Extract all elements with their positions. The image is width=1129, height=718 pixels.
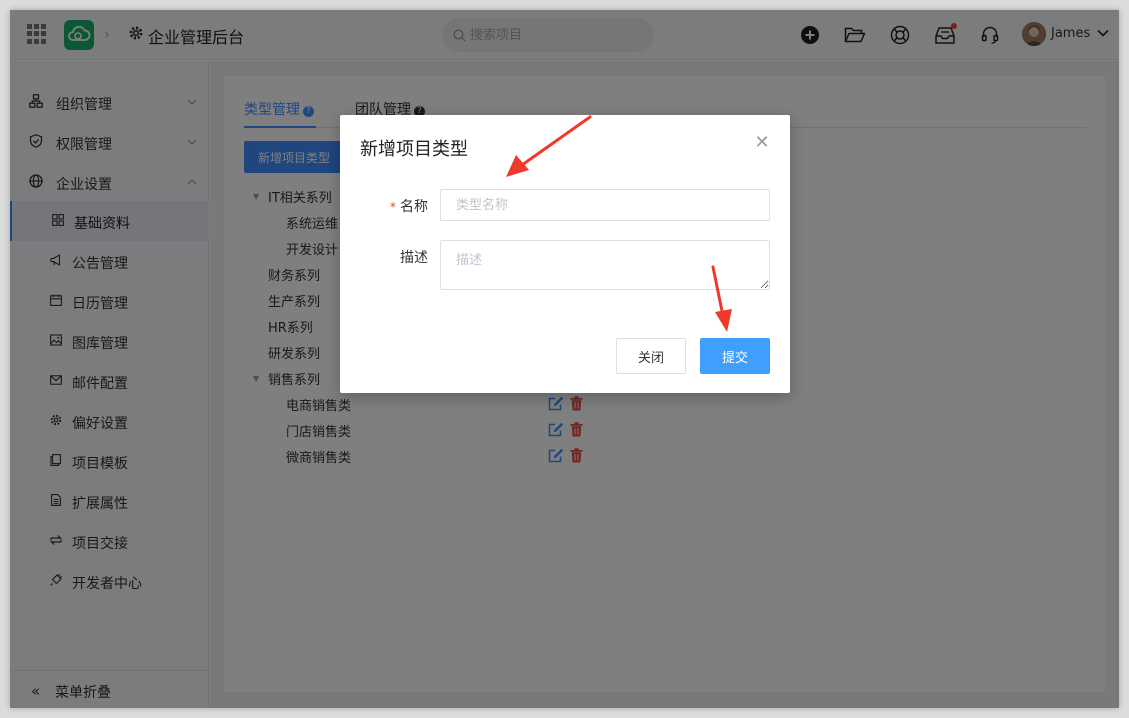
close-icon[interactable]: ✕: [754, 134, 770, 152]
required-mark: *: [390, 200, 396, 214]
description-field-label: 描述: [400, 250, 428, 266]
dialog-title: 新增项目类型: [360, 139, 468, 160]
name-label-text: 名称: [400, 199, 428, 215]
app-window: › 企业管理后台: [10, 10, 1119, 708]
type-name-input[interactable]: [440, 189, 770, 221]
description-textarea[interactable]: [440, 240, 770, 290]
add-project-type-dialog: 新增项目类型 ✕ * 名称 描述 关闭 提交: [340, 115, 790, 393]
name-field-label: * 名称: [390, 196, 428, 216]
close-button[interactable]: 关闭: [616, 338, 686, 374]
submit-button[interactable]: 提交: [700, 338, 770, 374]
